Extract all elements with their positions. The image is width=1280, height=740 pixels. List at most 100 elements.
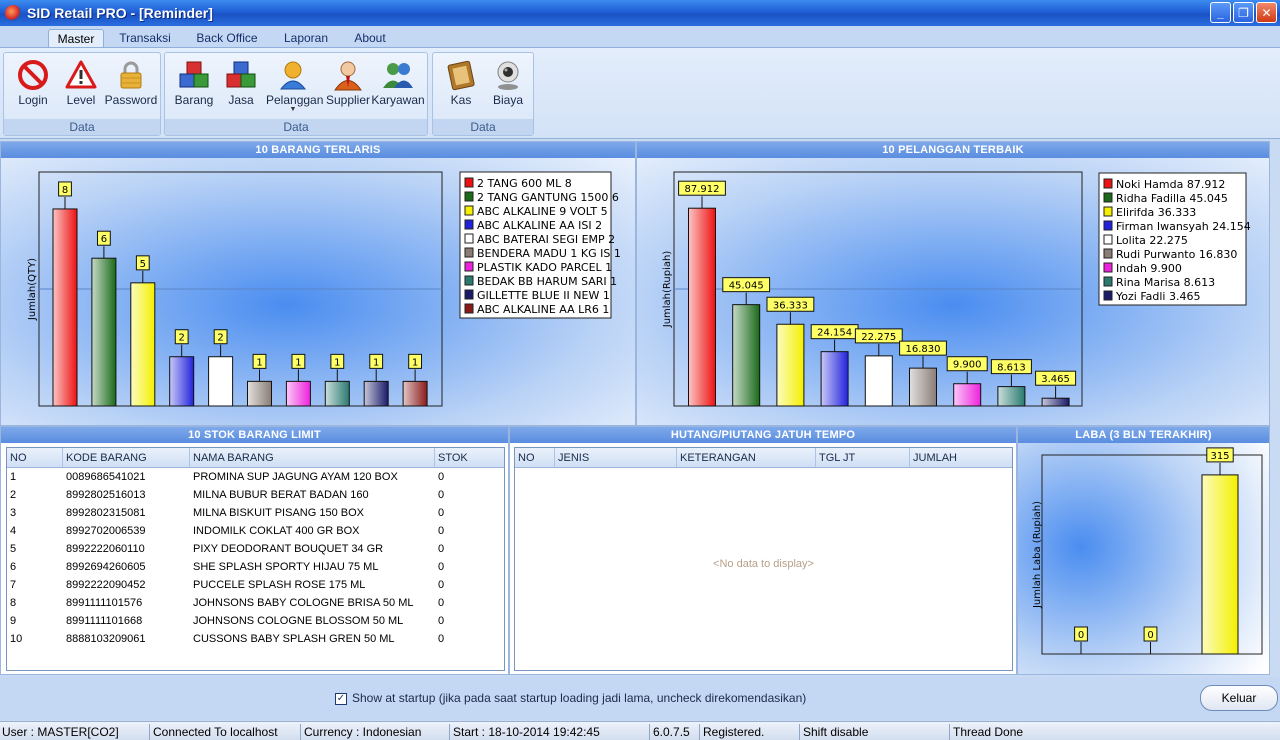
tab-transaksi[interactable]: Transaksi [114, 29, 176, 48]
legend-swatch [1103, 276, 1113, 287]
table-cell: 8992694260605 [66, 561, 146, 573]
table-row[interactable]: 9 8991111101668 JOHNSONS COLOGNE BLOSSOM 5… [7, 612, 504, 630]
level-button[interactable]: Level [54, 55, 108, 119]
table-cell: 0 [438, 543, 445, 555]
legend-swatch [464, 191, 474, 202]
table-cell: JOHNSONS COLOGNE BLOSSOM 50 ML [193, 615, 404, 627]
bar[interactable] [324, 380, 350, 407]
exit-button[interactable]: Keluar [1200, 685, 1278, 711]
show-at-startup-checkbox[interactable]: ✓ [335, 693, 347, 705]
pelanggan-button[interactable]: Pelanggan ▼ [266, 55, 323, 119]
kas-button[interactable]: Kas [434, 55, 488, 119]
table-row[interactable]: 7 8992222090452 PUCCELE SPLASH ROSE 175 ML… [7, 576, 504, 594]
bar[interactable] [285, 380, 311, 407]
status-user: User : MASTER[CO2] [0, 724, 150, 740]
status-bar: User : MASTER[CO2] Connected To localhos… [0, 721, 1280, 740]
column-header-no[interactable]: NO [515, 448, 555, 467]
table-cell: MILNA BISKUIT PISANG 150 BOX [193, 507, 364, 519]
stock-limit-grid[interactable]: NO KODE BARANG NAMA BARANG STOK 1 0089686… [6, 447, 505, 671]
bar[interactable] [130, 282, 156, 407]
column-header-jumlah[interactable]: JUMLAH [910, 448, 1012, 467]
kas-label: Kas [450, 93, 472, 107]
tab-master[interactable]: Master [48, 29, 104, 48]
login-button[interactable]: Login [6, 55, 60, 119]
bar[interactable] [1041, 397, 1070, 407]
data-label: 1 [373, 357, 379, 368]
table-row[interactable]: 1 0089686541021 PROMINA SUP JAGUNG AYAM 12… [7, 468, 504, 486]
bar[interactable] [169, 356, 195, 407]
data-label: 24.154 [817, 328, 852, 339]
top-customers-chart: Jumlah(Rupiah) 87.912 45.045 36.333 24.154 22… [637, 158, 1269, 425]
bar[interactable] [402, 380, 428, 407]
bar[interactable] [247, 380, 272, 407]
table-cell: MILNA BUBUR BERAT BADAN 160 [193, 489, 369, 501]
jasa-label: Jasa [228, 93, 254, 107]
bar[interactable] [864, 355, 893, 407]
bar[interactable] [997, 386, 1026, 407]
bar[interactable] [820, 351, 849, 407]
bar[interactable] [1201, 474, 1239, 655]
minimize-icon[interactable]: _ [1210, 2, 1231, 23]
column-header-kode-barang[interactable]: KODE BARANG [63, 448, 190, 467]
table-row[interactable]: 8 8991111101576 JOHNSONS BABY COLOGNE BRIS… [7, 594, 504, 612]
y-axis-label: Jumlah(Rupiah) [662, 251, 673, 329]
jasa-button[interactable]: Jasa [214, 55, 268, 119]
legend-entry: PLASTIK KADO PARCEL 1 [477, 261, 612, 274]
data-label: 2 [217, 333, 223, 344]
column-header-stok[interactable]: STOK [435, 448, 504, 467]
legend-entry: Lolita 22.275 [1116, 234, 1188, 247]
column-header-jenis[interactable]: JENIS [555, 448, 677, 467]
biaya-button[interactable]: Biaya [481, 55, 535, 119]
bar[interactable] [909, 367, 937, 407]
bar[interactable] [688, 207, 716, 407]
title-bar: SID Retail PRO - [Reminder] _ ❐ ✕ [0, 0, 1280, 26]
bar[interactable] [91, 257, 117, 407]
dropdown-arrow-icon[interactable]: ▼ [266, 106, 320, 113]
column-header-nama-barang[interactable]: NAMA BARANG [190, 448, 435, 467]
data-label: 5 [140, 259, 146, 270]
table-cell: SHE SPLASH SPORTY HIJAU 75 ML [193, 561, 379, 573]
tab-about[interactable]: About [346, 29, 394, 48]
karyawan-label: Karyawan [371, 93, 425, 107]
close-icon[interactable]: ✕ [1256, 2, 1277, 23]
login-label: Login [18, 93, 48, 107]
table-row[interactable]: 4 8992702006539 INDOMILK COKLAT 400 GR BOX… [7, 522, 504, 540]
legend-entry: 2 TANG GANTUNG 1500 6 [477, 191, 619, 204]
table-cell: 8992802315081 [66, 507, 146, 519]
bar[interactable] [776, 323, 805, 407]
tab-laporan[interactable]: Laporan [278, 29, 334, 48]
due-debts-grid[interactable]: NO JENIS KETERANGAN TGL JT JUMLAH <No da… [514, 447, 1013, 671]
padlock-icon [120, 61, 142, 89]
table-row[interactable]: 2 8992802516013 MILNA BUBUR BERAT BADAN 16… [7, 486, 504, 504]
legend-swatch [1103, 178, 1113, 189]
bar[interactable] [732, 304, 761, 407]
table-row[interactable]: 3 8992802315081 MILNA BISKUIT PISANG 150 B… [7, 504, 504, 522]
column-header-keterangan[interactable]: KETERANGAN [677, 448, 816, 467]
supplier-button[interactable]: Supplier [321, 55, 375, 119]
legend-swatch [1103, 234, 1113, 245]
show-at-startup-label[interactable]: Show at startup (jika pada saat startup … [352, 691, 806, 705]
level-label: Level [66, 93, 96, 107]
legend-entry: 2 TANG 600 ML 8 [477, 177, 572, 190]
table-row[interactable]: 10 8888103209061 CUSSONS BABY SPLASH GREN … [7, 630, 504, 648]
bar[interactable] [953, 383, 982, 407]
tab-back-office[interactable]: Back Office [190, 29, 264, 48]
ribbon-group-label: Data [433, 119, 533, 135]
table-cell: 0 [438, 471, 445, 483]
restore-icon[interactable]: ❐ [1233, 2, 1254, 23]
data-label: 16.830 [906, 344, 941, 355]
legend-swatch [1103, 206, 1113, 217]
legend-entry: Ridha Fadilla 45.045 [1116, 192, 1228, 205]
table-row[interactable]: 6 8992694260605 SHE SPLASH SPORTY HIJAU 75… [7, 558, 504, 576]
bar[interactable] [363, 380, 389, 407]
password-button[interactable]: Password [104, 55, 158, 119]
karyawan-button[interactable]: Karyawan [371, 55, 425, 119]
table-row[interactable]: 5 8992222060110 PIXY DEODORANT BOUQUET 34 … [7, 540, 504, 558]
column-header-no[interactable]: NO [7, 448, 63, 467]
data-label: 1 [256, 357, 262, 368]
bar[interactable] [52, 208, 78, 407]
bar[interactable] [208, 356, 234, 407]
legend-swatch [1103, 192, 1113, 203]
column-header-tgl-jt[interactable]: TGL JT [816, 448, 910, 467]
barang-button[interactable]: Barang [167, 55, 221, 119]
